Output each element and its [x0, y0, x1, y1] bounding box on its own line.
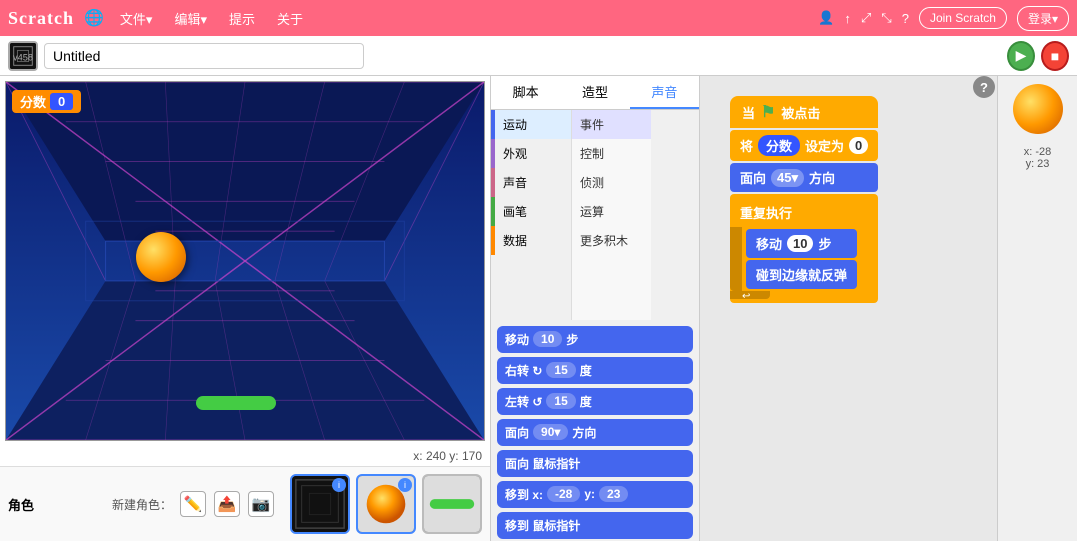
- stage-area: 分数 0 x: 240 y: 170 角色 新建角色： ✏️ 📤 📷: [0, 76, 490, 541]
- tab-script[interactable]: 脚本: [491, 76, 560, 109]
- camera-sprite-btn[interactable]: 📷: [248, 491, 274, 517]
- top-bar-left: Scratch 🌐 文件▾ 编辑▾ 提示 关于: [8, 5, 309, 32]
- blocks-list: 移动 10 步 右转 ↻ 15 度 左转 ↺ 15 度 面向 90▾ 方向 面向…: [491, 320, 699, 541]
- menu-file[interactable]: 文件▾: [114, 5, 159, 32]
- subcats-col: 事件 控制 侦测 运算 更多积木: [571, 110, 651, 320]
- set-score-block[interactable]: 将 分数 设定为 0: [730, 130, 878, 161]
- subcat-sensing[interactable]: 侦测: [572, 168, 651, 197]
- upload-icon: ↑: [844, 11, 851, 26]
- script-block-main: 当 ⚑ 被点击 将 分数 设定为 0 面向 45▾ 方向 重复执行: [730, 96, 878, 303]
- help-button[interactable]: ?: [973, 76, 995, 98]
- sprites-panel: 角色 新建角色： ✏️ 📤 📷 i: [0, 466, 490, 541]
- subcat-operators[interactable]: 运算: [572, 197, 651, 226]
- ball-sprite: [136, 232, 186, 282]
- coords-display: x: 240 y: 170: [413, 449, 482, 463]
- right-panel: x: -28 y: 23: [997, 76, 1077, 541]
- sprite-thumb-paddle[interactable]: [422, 474, 482, 534]
- fullscreen-icon[interactable]: ⤢: [861, 10, 871, 26]
- tab-sound[interactable]: 声音: [630, 76, 699, 109]
- subcat-control[interactable]: 控制: [572, 139, 651, 168]
- block-turn-left[interactable]: 左转 ↺ 15 度: [497, 388, 693, 415]
- subcat-events[interactable]: 事件: [572, 110, 651, 139]
- sprites-label: 角色: [8, 495, 34, 514]
- coords-display: x: -28 y: 23: [1024, 146, 1052, 170]
- block-turn-right[interactable]: 右转 ↻ 15 度: [497, 357, 693, 384]
- tab-costume[interactable]: 造型: [560, 76, 629, 109]
- menu-tips[interactable]: 提示: [223, 5, 261, 32]
- cat-sound[interactable]: 声音: [491, 168, 571, 197]
- repeat-block[interactable]: 重复执行 移动 10 步 碰到边缘就反弹: [730, 194, 878, 303]
- inner-bounce-block[interactable]: 碰到边缘就反弹: [746, 260, 857, 289]
- new-sprite-label: 新建角色：: [112, 496, 172, 513]
- inner-move-block[interactable]: 移动 10 步: [746, 229, 857, 258]
- right-ball-preview: [1013, 84, 1063, 134]
- block-goto-mouse[interactable]: 移到 鼠标指针: [497, 512, 693, 539]
- cat-motion[interactable]: 运动: [491, 110, 571, 139]
- face-direction-block[interactable]: 面向 45▾ 方向: [730, 163, 878, 192]
- top-bar: Scratch 🌐 文件▾ 编辑▾ 提示 关于 👤 ↑ ⤢ ⤡ ? Join S…: [0, 0, 1077, 36]
- when-flag-clicked[interactable]: 当 ⚑ 被点击: [730, 96, 878, 128]
- upload-sprite-btn[interactable]: 📤: [214, 491, 240, 517]
- score-badge: 分数 0: [12, 90, 81, 113]
- tabs-row: 脚本 造型 声音: [491, 76, 699, 110]
- subcat-more[interactable]: 更多积木: [572, 226, 651, 255]
- project-name-input[interactable]: [44, 43, 364, 69]
- sprite-info-badge2: i: [398, 478, 412, 492]
- second-bar: v458 ▶ ■: [0, 36, 1077, 76]
- script-area: 当 ⚑ 被点击 将 分数 设定为 0 面向 45▾ 方向 重复执行: [700, 76, 997, 541]
- stage-coords: x: 240 y: 170: [0, 446, 490, 466]
- globe-icon[interactable]: 🌐: [84, 8, 104, 28]
- top-bar-right: 👤 ↑ ⤢ ⤡ ? Join Scratch 登录▾: [818, 6, 1069, 31]
- scratch-logo: Scratch: [8, 8, 74, 29]
- cat-looks[interactable]: 外观: [491, 139, 571, 168]
- cat-pen[interactable]: 画笔: [491, 197, 571, 226]
- svg-text:v458: v458: [13, 52, 33, 62]
- score-label: 分数: [20, 92, 46, 111]
- menu-about[interactable]: 关于: [271, 5, 309, 32]
- menu-edit[interactable]: 编辑▾: [168, 5, 213, 32]
- smallscreen-icon[interactable]: ⤡: [881, 10, 891, 26]
- x-coord: x: -28: [1024, 146, 1052, 158]
- help-icon[interactable]: ?: [902, 11, 909, 26]
- paddle-sprite: [196, 396, 276, 410]
- stop-btn[interactable]: ■: [1041, 42, 1069, 70]
- block-face-mouse[interactable]: 面向 鼠标指针: [497, 450, 693, 477]
- paint-sprite-btn[interactable]: ✏️: [180, 491, 206, 517]
- score-value: 0: [50, 93, 73, 110]
- green-flag-btn[interactable]: ▶: [1007, 42, 1035, 70]
- blocks-panel: 脚本 造型 声音 运动 外观 声音 画笔 数据: [490, 76, 700, 541]
- block-face-dir[interactable]: 面向 90▾ 方向: [497, 419, 693, 446]
- main: 分数 0 x: 240 y: 170 角色 新建角色： ✏️ 📤 📷: [0, 76, 1077, 541]
- sprite-thumbnail-small: v458: [8, 41, 38, 71]
- sprite-info-badge: i: [332, 478, 346, 492]
- stage-canvas: 分数 0: [5, 81, 485, 441]
- cat-data[interactable]: 数据: [491, 226, 571, 255]
- blocks-categories: 运动 外观 声音 画笔 数据 事件 控制 侦测 运算: [491, 110, 699, 320]
- sprite-thumb-bg[interactable]: i: [290, 474, 350, 534]
- script-canvas[interactable]: 当 ⚑ 被点击 将 分数 设定为 0 面向 45▾ 方向 重复执行: [700, 76, 997, 541]
- join-scratch-button[interactable]: Join Scratch: [919, 7, 1007, 29]
- categories-col: 运动 外观 声音 画笔 数据: [491, 110, 571, 320]
- block-goto-xy[interactable]: 移到 x: -28 y: 23: [497, 481, 693, 508]
- person-icon: 👤: [818, 10, 834, 26]
- block-move[interactable]: 移动 10 步: [497, 326, 693, 353]
- y-coord: y: 23: [1024, 158, 1052, 170]
- login-button[interactable]: 登录▾: [1017, 6, 1069, 31]
- sprite-thumb-ball[interactable]: i: [356, 474, 416, 534]
